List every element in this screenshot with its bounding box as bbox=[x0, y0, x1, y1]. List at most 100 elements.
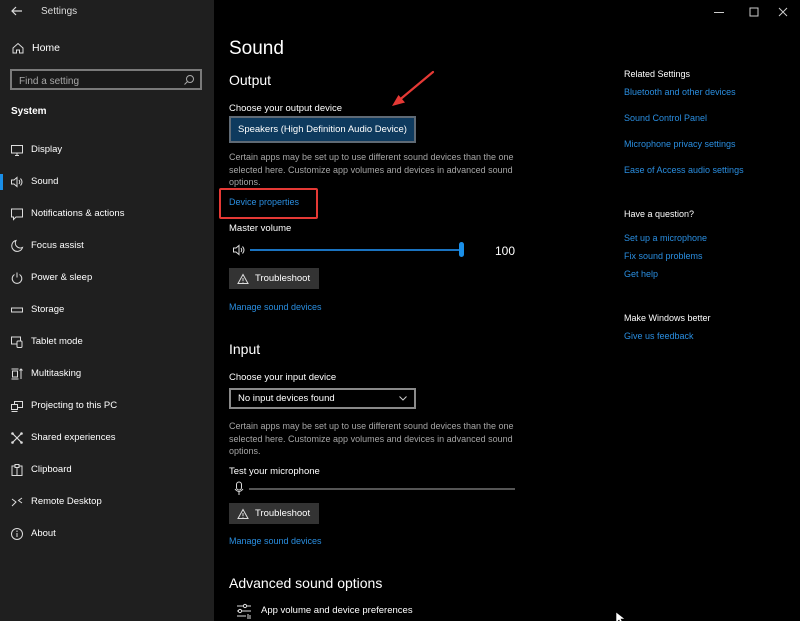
app-volume-preferences-item[interactable]: App volume and device preferences bbox=[236, 603, 536, 621]
clipboard-icon bbox=[11, 464, 23, 476]
sidebar-item-label: Tablet mode bbox=[31, 336, 83, 347]
output-device-label: Choose your output device bbox=[229, 103, 343, 114]
sidebar-nav: Display Sound Notifications & actions Fo… bbox=[0, 134, 214, 550]
sidebar-item-clipboard[interactable]: Clipboard bbox=[0, 454, 214, 486]
storage-icon bbox=[11, 307, 23, 313]
sidebar-item-label: Sound bbox=[31, 176, 59, 187]
annotation-arrow bbox=[392, 70, 435, 106]
sidebar-item-label: Focus assist bbox=[31, 240, 84, 251]
output-troubleshoot-button[interactable]: Troubleshoot bbox=[229, 268, 319, 289]
question-link-setup-microphone[interactable]: Set up a microphone bbox=[624, 233, 707, 243]
search-input[interactable] bbox=[12, 73, 200, 90]
sidebar-item-power-sleep[interactable]: Power & sleep bbox=[0, 262, 214, 294]
sidebar: Settings Home System Display Sound Notif… bbox=[0, 0, 214, 621]
master-volume-label: Master volume bbox=[229, 223, 292, 234]
output-device-select[interactable]: Speakers (High Definition Audio Device) bbox=[229, 116, 416, 143]
close-button[interactable] bbox=[766, 0, 800, 24]
volume-thumb[interactable] bbox=[459, 242, 464, 257]
sidebar-item-sound[interactable]: Sound bbox=[0, 166, 214, 198]
volume-track[interactable] bbox=[250, 249, 461, 251]
close-icon bbox=[778, 7, 788, 17]
input-description: Certain apps may be set up to use differ… bbox=[229, 421, 514, 456]
sidebar-item-label: Power & sleep bbox=[31, 272, 93, 283]
sidebar-item-label: About bbox=[31, 528, 56, 539]
feedback-link[interactable]: Give us feedback bbox=[624, 331, 694, 341]
test-microphone-label: Test your microphone bbox=[229, 466, 320, 477]
related-link-sound-control-panel[interactable]: Sound Control Panel bbox=[624, 113, 707, 123]
troubleshoot-label: Troubleshoot bbox=[255, 273, 311, 284]
sidebar-item-storage[interactable]: Storage bbox=[0, 294, 214, 326]
section-label: System bbox=[11, 106, 47, 117]
sidebar-item-tablet-mode[interactable]: Tablet mode bbox=[0, 326, 214, 358]
input-device-label: Choose your input device bbox=[229, 372, 337, 383]
related-link-microphone-privacy[interactable]: Microphone privacy settings bbox=[624, 139, 736, 149]
sidebar-item-label: Remote Desktop bbox=[31, 496, 102, 507]
sidebar-item-label: Shared experiences bbox=[31, 432, 116, 443]
minimize-icon bbox=[714, 12, 724, 13]
troubleshoot-label: Troubleshoot bbox=[255, 508, 311, 519]
chevron-down-icon bbox=[399, 396, 407, 401]
moon-icon bbox=[11, 239, 24, 252]
feedback-heading: Make Windows better bbox=[624, 313, 711, 323]
sidebar-item-label: Multitasking bbox=[31, 368, 82, 379]
output-manage-devices-link[interactable]: Manage sound devices bbox=[229, 302, 322, 312]
notification-icon bbox=[11, 208, 23, 221]
remote-desktop-icon bbox=[11, 497, 23, 507]
info-icon bbox=[11, 528, 23, 540]
sidebar-item-remote-desktop[interactable]: Remote Desktop bbox=[0, 486, 214, 518]
minimize-button[interactable] bbox=[702, 0, 736, 24]
app-volume-preferences-label: App volume and device preferences bbox=[261, 605, 413, 616]
sidebar-item-notifications[interactable]: Notifications & actions bbox=[0, 198, 214, 230]
output-description: Certain apps may be set up to use differ… bbox=[229, 152, 514, 187]
sidebar-item-display[interactable]: Display bbox=[0, 134, 214, 166]
sidebar-item-label: Clipboard bbox=[31, 464, 72, 475]
sidebar-item-label: Display bbox=[31, 144, 63, 155]
sidebar-item-projecting[interactable]: Projecting to this PC bbox=[0, 390, 214, 422]
search-icon bbox=[184, 75, 194, 85]
power-icon bbox=[11, 272, 23, 284]
master-volume-slider[interactable]: 100 bbox=[229, 240, 529, 260]
page-title: Sound bbox=[229, 38, 284, 59]
output-device-value: Speakers (High Definition Audio Device) bbox=[238, 124, 407, 135]
home-label: Home bbox=[32, 42, 61, 54]
sidebar-item-label: Storage bbox=[31, 304, 65, 315]
sliders-icon bbox=[237, 603, 251, 619]
warning-icon bbox=[237, 272, 249, 284]
sidebar-item-label: Notifications & actions bbox=[31, 208, 125, 219]
related-link-bluetooth[interactable]: Bluetooth and other devices bbox=[624, 87, 736, 97]
maximize-icon bbox=[749, 7, 759, 17]
display-icon bbox=[11, 145, 23, 156]
advanced-heading: Advanced sound options bbox=[229, 575, 383, 591]
sidebar-item-focus-assist[interactable]: Focus assist bbox=[0, 230, 214, 262]
sidebar-item-about[interactable]: About bbox=[0, 518, 214, 550]
question-link-get-help[interactable]: Get help bbox=[624, 269, 658, 279]
question-link-fix-sound[interactable]: Fix sound problems bbox=[624, 251, 703, 261]
projecting-icon bbox=[11, 401, 23, 412]
search-box[interactable] bbox=[10, 69, 202, 90]
tablet-icon bbox=[11, 336, 23, 348]
input-manage-devices-link[interactable]: Manage sound devices bbox=[229, 536, 322, 546]
related-link-ease-of-access-audio[interactable]: Ease of Access audio settings bbox=[624, 165, 744, 175]
input-heading: Input bbox=[229, 341, 261, 357]
home-icon bbox=[12, 42, 24, 54]
mouse-cursor-icon bbox=[616, 612, 626, 621]
back-arrow-icon bbox=[11, 6, 22, 16]
microphone-icon bbox=[234, 481, 244, 495]
device-properties-link[interactable]: Device properties bbox=[229, 197, 299, 207]
microphone-level-track bbox=[249, 488, 515, 490]
speaker-icon bbox=[233, 244, 245, 256]
sidebar-item-shared-experiences[interactable]: Shared experiences bbox=[0, 422, 214, 454]
output-heading: Output bbox=[229, 72, 272, 88]
sidebar-item-multitasking[interactable]: Multitasking bbox=[0, 358, 214, 390]
input-device-select[interactable]: No input devices found bbox=[229, 388, 416, 409]
sidebar-item-label: Projecting to this PC bbox=[31, 400, 118, 411]
volume-value: 100 bbox=[495, 244, 516, 258]
sidebar-item-home[interactable]: Home bbox=[0, 38, 214, 60]
warning-icon bbox=[237, 507, 249, 519]
input-troubleshoot-button[interactable]: Troubleshoot bbox=[229, 503, 319, 524]
multitasking-icon bbox=[11, 368, 23, 380]
app-title: Settings bbox=[41, 6, 78, 17]
related-settings-heading: Related Settings bbox=[624, 69, 691, 79]
back-button[interactable] bbox=[10, 4, 24, 18]
question-heading: Have a question? bbox=[624, 209, 695, 219]
